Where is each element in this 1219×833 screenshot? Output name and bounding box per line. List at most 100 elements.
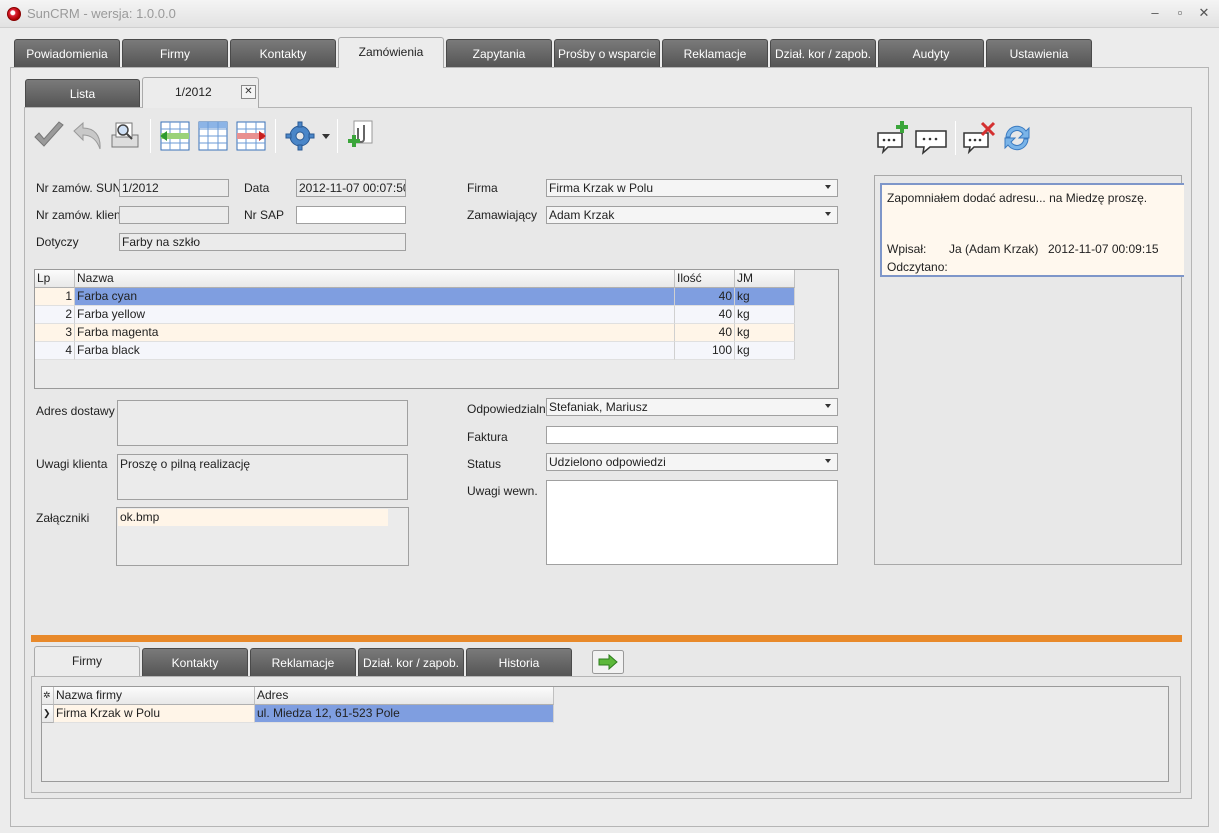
uwagi-klienta-label: Uwagi klienta xyxy=(36,457,108,471)
chevron-down-icon[interactable] xyxy=(322,132,330,140)
adres-dostawy-label: Adres dostawy xyxy=(36,404,115,418)
note-author-label: Wpisał: xyxy=(887,242,927,256)
table-row-nazwa[interactable]: Farba black xyxy=(75,342,675,360)
settings-gear-icon[interactable] xyxy=(284,119,318,153)
toolbar-separator xyxy=(337,119,338,153)
attachment-item[interactable]: ok.bmp xyxy=(118,509,388,526)
tab-zapytania[interactable]: Zapytania xyxy=(446,39,552,67)
delete-comment-icon[interactable] xyxy=(962,121,996,155)
table-row-lp[interactable]: 2 xyxy=(35,306,75,324)
table-row-jm[interactable]: kg xyxy=(735,288,795,306)
table-grid-icon[interactable] xyxy=(196,119,230,153)
table-row-nazwa[interactable]: Farba magenta xyxy=(75,324,675,342)
note-author: Ja (Adam Krzak) xyxy=(949,242,1039,256)
grid-corner-icon: ✲ xyxy=(42,687,54,705)
nr-sun-label: Nr zamów. SUN xyxy=(36,181,122,195)
zamawiajacy-select-value: Adam Krzak xyxy=(549,208,615,222)
tab-dzial-kor-zapob[interactable]: Dział. kor / zapob. xyxy=(770,39,876,67)
table-row-ilosc[interactable]: 40 xyxy=(675,288,735,306)
refresh-icon[interactable] xyxy=(1000,121,1034,155)
col-lp-header[interactable]: Lp xyxy=(35,270,75,288)
bottom-tab-kontakty[interactable]: Kontakty xyxy=(142,648,248,676)
attach-file-icon[interactable] xyxy=(344,119,378,153)
tab-zamowienia[interactable]: Zamówienia xyxy=(338,37,444,68)
table-row-jm[interactable]: kg xyxy=(735,324,795,342)
col-nazwa-header[interactable]: Nazwa xyxy=(75,270,675,288)
tab-kontakty[interactable]: Kontakty xyxy=(230,39,336,67)
col-nazwa-firmy-header[interactable]: Nazwa firmy xyxy=(54,687,255,705)
adres-dostawy-field[interactable] xyxy=(117,400,408,446)
zamawiajacy-select[interactable]: Adam Krzak xyxy=(546,206,838,224)
bottom-tab-firmy[interactable]: Firmy xyxy=(34,646,140,677)
table-row-ilosc[interactable]: 40 xyxy=(675,324,735,342)
undo-icon[interactable] xyxy=(70,119,104,153)
nr-klien-label: Nr zamów. klien xyxy=(36,208,121,222)
col-adres-header[interactable]: Adres xyxy=(255,687,554,705)
chevron-down-icon xyxy=(825,404,831,408)
window-title: SunCRM - wersja: 1.0.0.0 xyxy=(27,6,176,21)
odpowiedzialny-select[interactable]: Stefaniak, Mariusz xyxy=(546,398,838,416)
bottom-tab-historia[interactable]: Historia xyxy=(466,648,572,676)
nr-sun-field[interactable]: 1/2012 xyxy=(119,179,229,197)
nr-sap-field[interactable] xyxy=(296,206,406,224)
tab-ustawienia[interactable]: Ustawienia xyxy=(986,39,1092,67)
dotyczy-field[interactable]: Farby na szkło xyxy=(119,233,406,251)
data-field[interactable]: 2012-11-07 00:07:50 xyxy=(296,179,406,197)
note-read-label: Odczytano: xyxy=(887,260,948,274)
faktura-label: Faktura xyxy=(467,430,508,444)
print-preview-icon[interactable] xyxy=(108,119,142,153)
table-row-firm-name[interactable]: Firma Krzak w Polu xyxy=(54,705,255,723)
table-row-lp[interactable]: 1 xyxy=(35,288,75,306)
uwagi-wewn-field[interactable] xyxy=(546,480,838,565)
note-date: 2012-11-07 00:09:15 xyxy=(1048,242,1159,256)
table-row-ilosc[interactable]: 100 xyxy=(675,342,735,360)
delete-row-icon[interactable] xyxy=(234,119,268,153)
close-button[interactable]: ✕ xyxy=(1195,5,1213,21)
bottom-tab-dzial-kor-zapob[interactable]: Dział. kor / zapob. xyxy=(358,648,464,676)
toolbar-separator xyxy=(150,119,151,153)
tab-prosby-o-wsparcie[interactable]: Prośby o wsparcie xyxy=(554,39,660,67)
app-logo-icon xyxy=(7,7,21,21)
tab-audyty[interactable]: Audyty xyxy=(878,39,984,67)
minimize-button[interactable]: – xyxy=(1146,5,1164,21)
table-row-jm[interactable]: kg xyxy=(735,306,795,324)
row-indicator-icon[interactable]: ❯ xyxy=(42,705,54,723)
navigate-arrow-icon[interactable] xyxy=(592,650,624,674)
section-divider[interactable] xyxy=(31,635,1182,642)
nr-klien-field[interactable] xyxy=(119,206,229,224)
table-row-lp[interactable]: 4 xyxy=(35,342,75,360)
zamawiajacy-label: Zamawiający xyxy=(467,208,538,222)
tab-reklamacje[interactable]: Reklamacje xyxy=(662,39,768,67)
status-select[interactable]: Udzielono odpowiedzi xyxy=(546,453,838,471)
table-row-firm-address[interactable]: ul. Miedza 12, 61-523 Pole xyxy=(255,705,554,723)
insert-row-icon[interactable] xyxy=(158,119,192,153)
tab-powiadomienia[interactable]: Powiadomienia xyxy=(14,39,120,67)
bottom-tab-reklamacje[interactable]: Reklamacje xyxy=(250,648,356,676)
table-row-nazwa[interactable]: Farba yellow xyxy=(75,306,675,324)
toolbar-separator xyxy=(955,121,956,155)
tab-firmy[interactable]: Firmy xyxy=(122,39,228,67)
add-comment-icon[interactable] xyxy=(876,121,910,155)
faktura-field[interactable] xyxy=(546,426,838,444)
comment-icon[interactable] xyxy=(914,121,948,155)
uwagi-klienta-field[interactable]: Proszę o pilną realizację xyxy=(117,454,408,500)
subtab-order-label: 1/2012 xyxy=(175,85,212,99)
table-row-jm[interactable]: kg xyxy=(735,342,795,360)
col-ilosc-header[interactable]: Ilość xyxy=(675,270,735,288)
firma-select[interactable]: Firma Krzak w Polu xyxy=(546,179,838,197)
maximize-button[interactable]: ▫ xyxy=(1171,5,1189,21)
subtab-lista[interactable]: Lista xyxy=(25,79,140,107)
firma-label: Firma xyxy=(467,181,498,195)
table-row-ilosc[interactable]: 40 xyxy=(675,306,735,324)
order-items-grid[interactable]: Lp Nazwa Ilość JM 1 Farba cyan 40 kg 2 F… xyxy=(34,269,839,389)
close-subtab-button[interactable]: ✕ xyxy=(241,85,256,99)
nr-sap-label: Nr SAP xyxy=(244,208,285,222)
note-card[interactable]: Zapomniałem dodać adresu... na Miedzę pr… xyxy=(880,183,1184,277)
firms-grid[interactable]: ✲ Nazwa firmy Adres ❯ Firma Krzak w Polu… xyxy=(41,686,1169,782)
col-jm-header[interactable]: JM xyxy=(735,270,795,288)
odpowiedzialny-label: Odpowiedzialny xyxy=(467,402,552,416)
attachments-list[interactable]: ok.bmp xyxy=(116,507,409,566)
table-row-nazwa[interactable]: Farba cyan xyxy=(75,288,675,306)
save-check-icon[interactable] xyxy=(32,119,66,153)
table-row-lp[interactable]: 3 xyxy=(35,324,75,342)
